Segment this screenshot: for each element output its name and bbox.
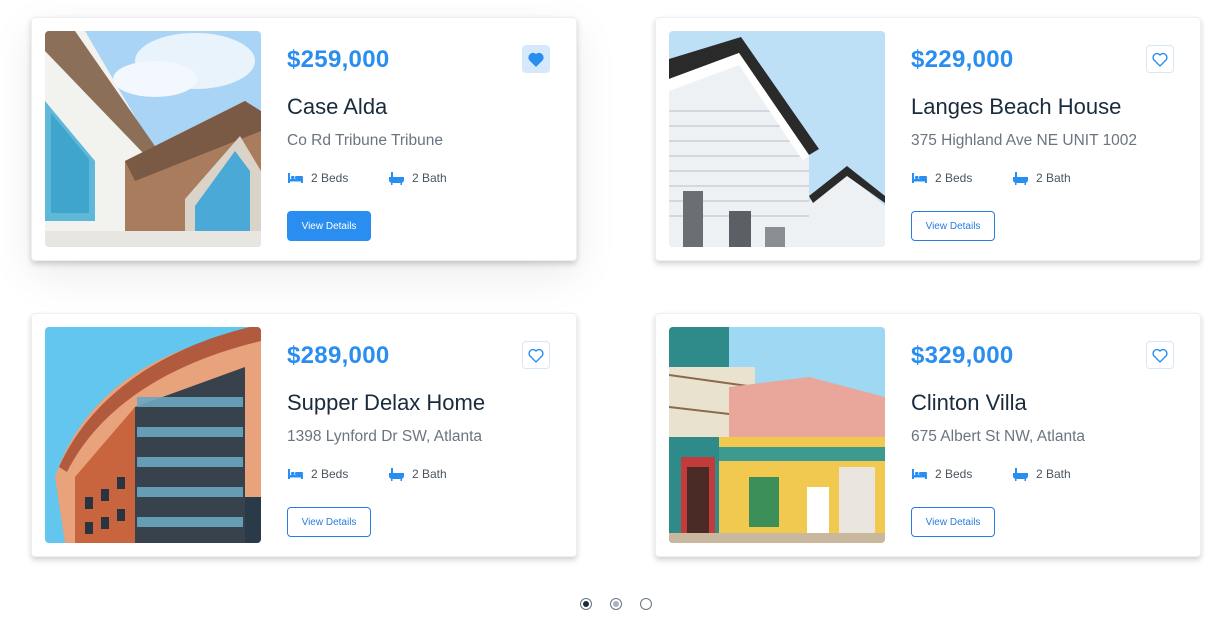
listing-card: $259,000 Case Alda Co Rd Tribune Tribune…	[31, 17, 577, 261]
heart-icon	[528, 348, 544, 363]
view-details-button[interactable]: View Details	[911, 211, 995, 241]
favorite-button[interactable]	[1146, 45, 1174, 73]
view-details-button[interactable]: View Details	[287, 211, 371, 241]
beds-count: 2 Beds	[935, 170, 973, 185]
view-details-button[interactable]: View Details	[911, 507, 995, 537]
baths-count: 2 Bath	[412, 170, 447, 185]
favorite-button[interactable]	[522, 341, 550, 369]
listing-features: 2 Beds 2 Bath	[287, 466, 447, 481]
listing-card: $329,000 Clinton Villa 675 Albert St NW,…	[655, 313, 1201, 557]
listing-features: 2 Beds 2 Bath	[911, 466, 1071, 481]
listing-title: Case Alda	[287, 94, 388, 119]
heart-icon	[1152, 52, 1168, 67]
baths-feature: 2 Bath	[388, 170, 447, 185]
listing-address: 1398 Lynford Dr SW, Atlanta	[287, 428, 483, 445]
listing-card: $289,000 Supper Delax Home 1398 Lynford …	[31, 313, 577, 557]
listing-price: $289,000	[287, 342, 390, 369]
beds-feature: 2 Beds	[287, 170, 388, 185]
beds-count: 2 Beds	[935, 466, 973, 481]
listing-address: 375 Highland Ave NE UNIT 1002	[911, 132, 1138, 149]
beds-count: 2 Beds	[311, 170, 349, 185]
bed-icon	[288, 173, 303, 183]
baths-count: 2 Bath	[1036, 170, 1071, 185]
favorite-button[interactable]	[1146, 341, 1174, 369]
bed-icon	[912, 469, 927, 479]
listing-address: Co Rd Tribune Tribune	[287, 132, 443, 149]
pagination-dot-1[interactable]	[580, 598, 592, 610]
listing-price: $229,000	[911, 46, 1014, 73]
colorful-villa-photo	[669, 327, 885, 543]
listing-address: 675 Albert St NW, Atlanta	[911, 428, 1086, 445]
favorite-button[interactable]	[522, 45, 550, 73]
bathtub-icon	[389, 468, 404, 481]
beds-feature: 2 Beds	[911, 466, 1012, 481]
baths-feature: 2 Bath	[388, 466, 447, 481]
listing-features: 2 Beds 2 Bath	[911, 170, 1071, 185]
bathtub-icon	[389, 172, 404, 185]
baths-feature: 2 Bath	[1012, 170, 1071, 185]
listing-price: $259,000	[287, 46, 390, 73]
modern-building-photo	[45, 327, 261, 543]
baths-count: 2 Bath	[1036, 466, 1071, 481]
pagination-dots	[580, 598, 670, 610]
heart-icon	[528, 52, 544, 67]
white-siding-house-photo	[669, 31, 885, 247]
bathtub-icon	[1013, 468, 1028, 481]
baths-feature: 2 Bath	[1012, 466, 1071, 481]
view-details-button[interactable]: View Details	[287, 507, 371, 537]
beds-feature: 2 Beds	[287, 466, 388, 481]
pagination-dot-2[interactable]	[610, 598, 622, 610]
listing-title: Clinton Villa	[911, 390, 1027, 415]
pagination-dot-3[interactable]	[640, 598, 652, 610]
bed-icon	[288, 469, 303, 479]
listing-features: 2 Beds 2 Bath	[287, 170, 447, 185]
house-gable-photo	[45, 31, 261, 247]
beds-feature: 2 Beds	[911, 170, 1012, 185]
baths-count: 2 Bath	[412, 466, 447, 481]
bed-icon	[912, 173, 927, 183]
listing-title: Supper Delax Home	[287, 390, 486, 415]
bathtub-icon	[1013, 172, 1028, 185]
heart-icon	[1152, 348, 1168, 363]
beds-count: 2 Beds	[311, 466, 349, 481]
listing-card: $229,000 Langes Beach House 375 Highland…	[655, 17, 1201, 261]
listing-price: $329,000	[911, 342, 1014, 369]
listing-title: Langes Beach House	[911, 94, 1122, 119]
